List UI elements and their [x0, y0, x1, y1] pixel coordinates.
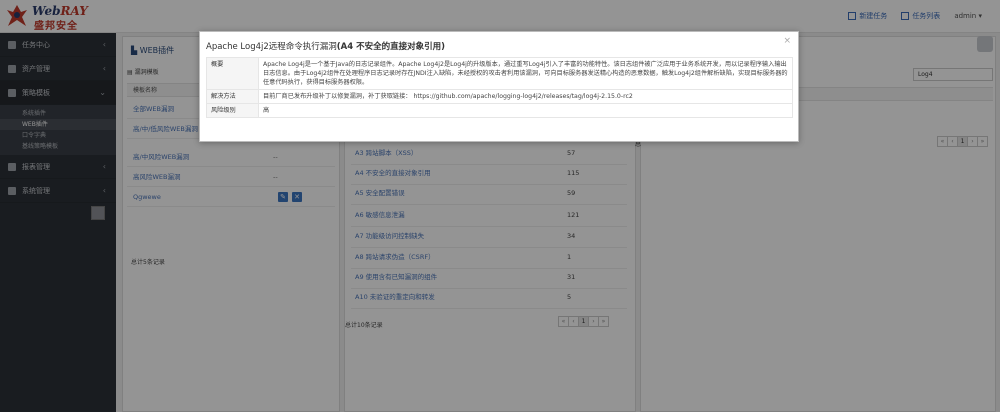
- field-value: Apache Log4j是一个基于Java的日志记录组件。Apache Log4…: [258, 57, 793, 90]
- field-label: 概要: [206, 57, 259, 90]
- field-value: 高: [258, 103, 793, 118]
- close-icon[interactable]: ×: [783, 36, 791, 46]
- field-label: 风险级别: [206, 103, 259, 118]
- table-row: 风险级别 高: [206, 103, 793, 118]
- table-row: 概要 Apache Log4j是一个基于Java的日志记录组件。Apache L…: [206, 57, 793, 90]
- detail-table: 概要 Apache Log4j是一个基于Java的日志记录组件。Apache L…: [206, 57, 793, 118]
- modal-title: Apache Log4j2远程命令执行漏洞(A4 不安全的直接对象引用): [206, 42, 446, 52]
- table-row: 解决方法 目前厂商已发布升级补丁以修复漏洞，补丁获取链接： https://gi…: [206, 89, 793, 104]
- field-label: 解决方法: [206, 89, 259, 104]
- vulnerability-detail-modal: Apache Log4j2远程命令执行漏洞(A4 不安全的直接对象引用) × 概…: [199, 31, 799, 142]
- field-value: 目前厂商已发布升级补丁以修复漏洞，补丁获取链接： https://github.…: [258, 89, 793, 104]
